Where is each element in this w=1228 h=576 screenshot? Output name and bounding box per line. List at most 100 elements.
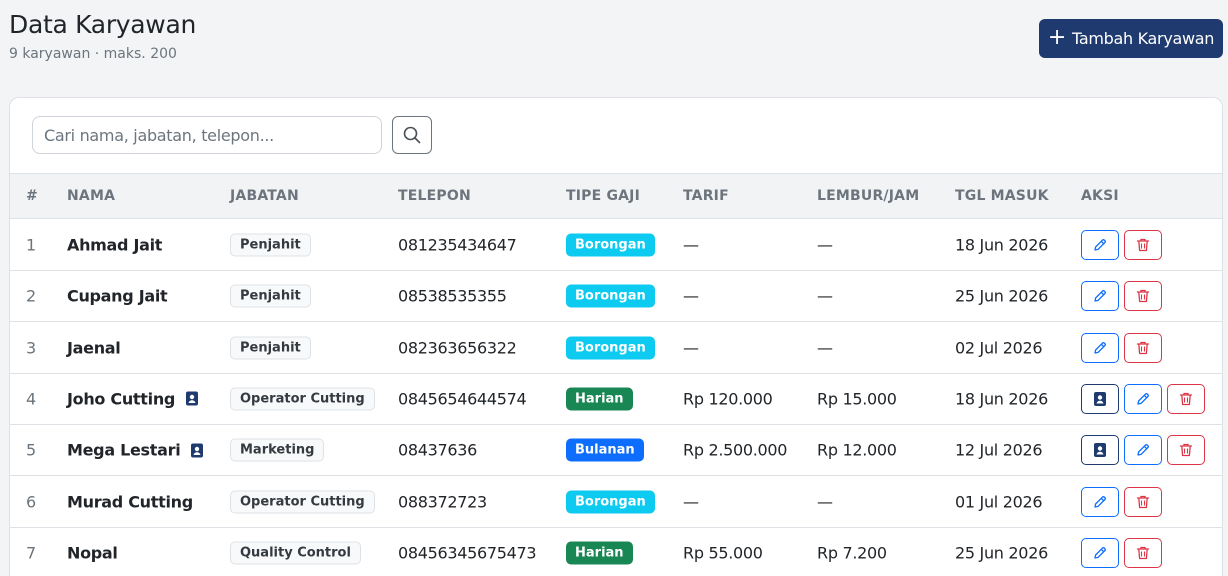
employee-name-text: Ahmad Jait bbox=[67, 235, 163, 255]
pencil-icon bbox=[1092, 288, 1108, 304]
trash-icon bbox=[1178, 442, 1194, 458]
pay-type-badge: Borongan bbox=[566, 336, 655, 360]
overtime-value: Rp 7.200 bbox=[817, 543, 887, 563]
pay-type-badge: Harian bbox=[566, 387, 633, 411]
table-row: 2 Cupang Jait Penjahit 08538535355 Borongan —… bbox=[10, 271, 1222, 323]
rate-value: — bbox=[683, 338, 699, 358]
employee-name-text: Cupang Jait bbox=[67, 286, 168, 306]
search-icon bbox=[403, 126, 421, 144]
employee-name-text: Nopal bbox=[67, 543, 118, 563]
pencil-icon bbox=[1135, 442, 1151, 458]
table-row: 4 Joho Cutting Operator Cutting 08456546445… bbox=[10, 374, 1222, 425]
join-date: 02 Jul 2026 bbox=[955, 338, 1043, 358]
id-card-button[interactable] bbox=[1081, 383, 1119, 414]
delete-button[interactable] bbox=[1167, 383, 1205, 414]
page-subtitle: 9 karyawan · maks. 200 bbox=[9, 46, 177, 62]
role-badge: Penjahit bbox=[230, 336, 311, 360]
join-date: 25 Jun 2026 bbox=[955, 286, 1048, 306]
rate-value: — bbox=[683, 492, 699, 511]
id-card-icon bbox=[1093, 391, 1107, 407]
page-title: Data Karyawan bbox=[9, 10, 197, 39]
id-card-icon bbox=[185, 391, 199, 407]
employee-name-text: Mega Lestari bbox=[67, 440, 181, 460]
trash-icon bbox=[1135, 340, 1151, 356]
edit-button[interactable] bbox=[1081, 281, 1119, 312]
add-employee-button[interactable]: + Tambah Karyawan bbox=[1039, 19, 1223, 58]
id-card-icon bbox=[190, 442, 204, 458]
role-badge: Marketing bbox=[230, 438, 325, 462]
edit-button[interactable] bbox=[1124, 383, 1162, 414]
phone-number: 08538535355 bbox=[398, 286, 507, 306]
delete-button[interactable] bbox=[1124, 281, 1162, 312]
row-number: 4 bbox=[26, 389, 36, 409]
trash-icon bbox=[1178, 391, 1194, 407]
edit-button[interactable] bbox=[1081, 537, 1119, 568]
phone-number: 088372723 bbox=[398, 492, 487, 511]
employee-name-text: Joho Cutting bbox=[67, 389, 176, 409]
employee-name-text: Murad Cutting bbox=[67, 492, 193, 511]
rate-value: — bbox=[683, 235, 699, 255]
table-row: 3 Jaenal Penjahit 082363656322 Borongan — — 02 … bbox=[10, 323, 1222, 374]
trash-icon bbox=[1135, 288, 1151, 304]
search-input[interactable] bbox=[32, 116, 382, 154]
search-button[interactable] bbox=[392, 116, 432, 154]
pay-type-badge: Bulanan bbox=[566, 438, 644, 462]
row-actions bbox=[1081, 281, 1162, 312]
phone-number: 082363656322 bbox=[398, 338, 517, 358]
pencil-icon bbox=[1135, 391, 1151, 407]
employee-card: # NAMA JABATAN TELEPON TIPE GAJI TARIF L… bbox=[9, 97, 1223, 576]
overtime-value: — bbox=[817, 286, 833, 306]
join-date: 01 Jul 2026 bbox=[955, 492, 1043, 511]
edit-button[interactable] bbox=[1081, 486, 1119, 517]
employee-name: Cupang Jait bbox=[67, 286, 168, 306]
pencil-icon bbox=[1092, 494, 1108, 510]
column-header-pay-type: TIPE GAJI bbox=[566, 188, 641, 204]
column-header-role: JABATAN bbox=[230, 188, 299, 204]
rate-value: Rp 2.500.000 bbox=[683, 440, 788, 460]
table-row: 6 Murad Cutting Operator Cutting 088372723 B… bbox=[10, 477, 1222, 528]
edit-button[interactable] bbox=[1081, 332, 1119, 363]
column-header-actions: AKSI bbox=[1081, 188, 1119, 204]
delete-button[interactable] bbox=[1124, 537, 1162, 568]
edit-button[interactable] bbox=[1124, 435, 1162, 466]
join-date: 18 Jun 2026 bbox=[955, 389, 1048, 409]
phone-number: 08437636 bbox=[398, 440, 478, 460]
delete-button[interactable] bbox=[1124, 486, 1162, 517]
pay-type-badge: Borongan bbox=[566, 233, 655, 257]
row-actions bbox=[1081, 383, 1205, 414]
pencil-icon bbox=[1092, 340, 1108, 356]
role-badge: Operator Cutting bbox=[230, 490, 375, 513]
trash-icon bbox=[1135, 237, 1151, 253]
column-header-rate: TARIF bbox=[683, 188, 729, 204]
edit-button[interactable] bbox=[1081, 230, 1119, 260]
id-card-button[interactable] bbox=[1081, 435, 1119, 466]
employee-name: Ahmad Jait bbox=[67, 236, 162, 255]
delete-button[interactable] bbox=[1124, 230, 1162, 260]
row-actions bbox=[1081, 537, 1162, 568]
row-actions bbox=[1081, 435, 1205, 466]
pencil-icon bbox=[1092, 237, 1108, 253]
rate-value: — bbox=[683, 286, 699, 306]
row-number: 7 bbox=[26, 543, 36, 563]
row-actions bbox=[1081, 486, 1162, 517]
pay-type-badge: Borongan bbox=[566, 284, 655, 308]
table-row: 5 Mega Lestari Marketing 08437636 Bulanan Rp … bbox=[10, 425, 1222, 477]
row-number: 2 bbox=[26, 286, 36, 306]
pencil-icon bbox=[1092, 545, 1108, 561]
pay-type-badge: Harian bbox=[566, 541, 633, 565]
overtime-value: — bbox=[817, 492, 833, 511]
join-date: 12 Jul 2026 bbox=[955, 440, 1043, 460]
add-employee-label: Tambah Karyawan bbox=[1072, 29, 1215, 48]
delete-button[interactable] bbox=[1124, 332, 1162, 363]
phone-number: 0845654644574 bbox=[398, 389, 527, 409]
row-number: 5 bbox=[26, 440, 36, 460]
row-number: 1 bbox=[26, 235, 36, 255]
role-badge: Penjahit bbox=[230, 284, 311, 308]
employee-name: Murad Cutting bbox=[67, 492, 193, 511]
role-badge: Quality Control bbox=[230, 541, 361, 565]
rate-value: Rp 120.000 bbox=[683, 389, 773, 409]
delete-button[interactable] bbox=[1167, 435, 1205, 466]
column-header-overtime: LEMBUR/JAM bbox=[817, 188, 920, 204]
phone-number: 081235434647 bbox=[398, 235, 517, 255]
column-header-name: NAMA bbox=[67, 188, 116, 204]
